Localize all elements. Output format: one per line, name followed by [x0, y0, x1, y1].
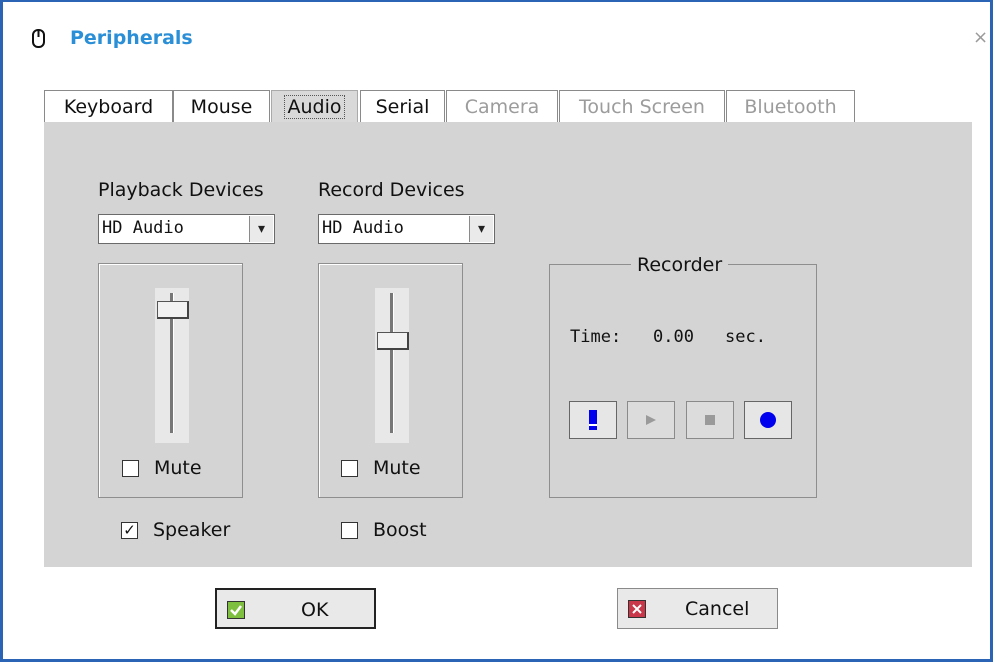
boost-label: Boost — [373, 519, 427, 541]
play-button[interactable] — [627, 401, 675, 439]
playback-device-value: HD Audio — [102, 218, 184, 238]
stop-icon — [705, 415, 715, 425]
peripherals-dialog: Peripherals × Keyboard Mouse Audio Seria… — [0, 0, 993, 662]
tab-label: Serial — [375, 96, 430, 118]
dropdown-arrow-icon[interactable]: ▾ — [469, 216, 493, 242]
record-button[interactable] — [744, 401, 792, 439]
recorder-group — [549, 264, 817, 498]
speaker-checkbox[interactable]: ✓ — [121, 522, 138, 539]
dialog-title: Peripherals — [70, 27, 193, 49]
tab-audio[interactable]: Audio — [271, 90, 358, 123]
title-bar: Peripherals × — [3, 2, 990, 76]
check-icon — [227, 601, 245, 619]
tab-label: Touch Screen — [579, 96, 705, 118]
tab-label: Audio — [284, 95, 345, 119]
boost-checkbox[interactable] — [341, 522, 358, 539]
record-icon — [760, 412, 776, 428]
cancel-label: Cancel — [685, 598, 750, 620]
speaker-label: Speaker — [153, 519, 231, 541]
tab-serial[interactable]: Serial — [360, 90, 445, 123]
tab-mouse[interactable]: Mouse — [173, 90, 270, 123]
tab-touch-screen[interactable]: Touch Screen — [559, 90, 725, 123]
ok-button[interactable]: OK — [215, 588, 376, 629]
record-device-value: HD Audio — [322, 218, 404, 238]
level-meter-button[interactable] — [569, 401, 617, 439]
record-device-select[interactable]: HD Audio ▾ — [318, 214, 495, 244]
playback-device-select[interactable]: HD Audio ▾ — [98, 214, 275, 244]
tab-camera[interactable]: Camera — [446, 90, 558, 123]
ok-label: OK — [301, 599, 329, 621]
level-meter-icon — [589, 410, 597, 430]
tab-label: Keyboard — [63, 96, 154, 118]
dropdown-arrow-icon[interactable]: ▾ — [249, 216, 273, 242]
mouse-icon — [32, 29, 45, 48]
tab-label: Mouse — [190, 96, 253, 118]
record-volume-track — [390, 293, 394, 433]
record-devices-label: Record Devices — [318, 179, 465, 201]
stop-button[interactable] — [686, 401, 734, 439]
playback-mute-checkbox[interactable] — [122, 460, 139, 477]
tab-label: Bluetooth — [744, 96, 837, 118]
playback-mute-label: Mute — [154, 457, 202, 479]
record-mute-checkbox[interactable] — [341, 460, 358, 477]
record-volume-thumb[interactable] — [377, 331, 409, 350]
cancel-icon — [628, 600, 646, 618]
record-mute-label: Mute — [373, 457, 421, 479]
time-label: Time: — [570, 327, 622, 347]
play-icon — [646, 415, 656, 425]
cancel-button[interactable]: Cancel — [617, 588, 778, 629]
tab-keyboard[interactable]: Keyboard — [44, 90, 173, 123]
tab-bluetooth[interactable]: Bluetooth — [726, 90, 855, 123]
time-value: 0.00 — [653, 327, 694, 347]
tab-label: Camera — [464, 96, 540, 118]
recorder-title: Recorder — [631, 254, 729, 276]
playback-devices-label: Playback Devices — [98, 179, 264, 201]
close-icon[interactable]: × — [973, 29, 988, 47]
playback-volume-thumb[interactable] — [157, 300, 189, 319]
check-icon: ✓ — [123, 521, 136, 539]
time-unit: sec. — [725, 327, 766, 347]
